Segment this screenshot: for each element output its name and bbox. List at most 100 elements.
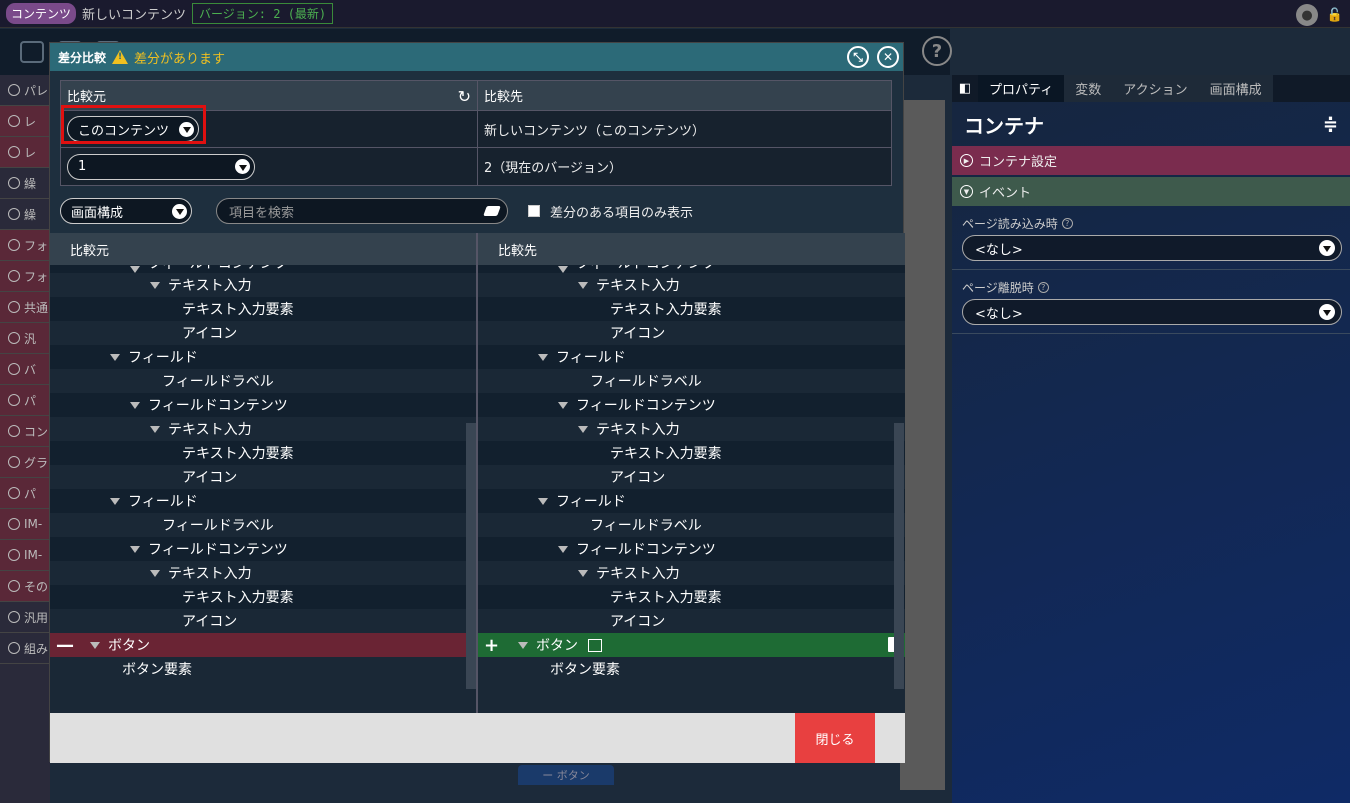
- target-scrollbar[interactable]: [894, 423, 904, 689]
- tree-node[interactable]: テキスト入力要素: [478, 297, 905, 321]
- tree-node[interactable]: アイコン: [50, 609, 476, 633]
- help-icon[interactable]: ?: [922, 36, 952, 66]
- palette-item[interactable]: パ: [0, 385, 50, 416]
- diff-only-checkbox[interactable]: [528, 205, 540, 217]
- tree-node[interactable]: テキスト入力要素: [50, 441, 476, 465]
- tree-node[interactable]: アイコン: [50, 465, 476, 489]
- tree-node[interactable]: フィールド: [50, 489, 476, 513]
- tree-node[interactable]: フィールドコンテンツ: [50, 265, 476, 273]
- tree-node[interactable]: アイコン: [50, 321, 476, 345]
- collapse-all-icon[interactable]: ≑: [1323, 114, 1338, 135]
- close-button[interactable]: 閉じる: [795, 713, 875, 763]
- tab-variables[interactable]: 変数: [1064, 75, 1113, 102]
- caret-down-icon[interactable]: [110, 353, 120, 361]
- palette-item[interactable]: IM-: [0, 540, 50, 571]
- tree-node[interactable]: フィールドラベル: [478, 369, 905, 393]
- source-tree-pane[interactable]: 比較元 フィールドコンテンツテキスト入力テキスト入力要素アイコンフィールドフィー…: [50, 233, 476, 713]
- toolbar-button[interactable]: [20, 41, 44, 63]
- tree-node[interactable]: テキスト入力: [50, 273, 476, 297]
- tree-node[interactable]: ボタン要素: [478, 657, 905, 681]
- section-container-settings[interactable]: ▶ コンテナ設定: [952, 146, 1350, 175]
- tree-node[interactable]: テキスト入力: [50, 417, 476, 441]
- panel-toggle-icon[interactable]: ◧: [952, 75, 978, 102]
- tree-node[interactable]: フィールドラベル: [50, 369, 476, 393]
- user-avatar-icon[interactable]: ●: [1296, 4, 1318, 26]
- caret-down-icon[interactable]: [558, 401, 568, 409]
- caret-down-icon[interactable]: [558, 266, 568, 273]
- tree-node[interactable]: テキスト入力要素: [50, 297, 476, 321]
- refresh-icon[interactable]: ↻: [458, 87, 471, 106]
- caret-down-icon[interactable]: [130, 266, 140, 273]
- palette-item[interactable]: その: [0, 571, 50, 602]
- tree-node[interactable]: — ボタン: [50, 633, 476, 657]
- tree-node[interactable]: テキスト入力要素: [50, 585, 476, 609]
- palette-item[interactable]: 組み: [0, 633, 50, 664]
- caret-down-icon[interactable]: [130, 545, 140, 553]
- clear-icon[interactable]: [483, 206, 501, 216]
- palette-item[interactable]: パレ: [0, 75, 50, 106]
- source-version-select[interactable]: 1: [67, 153, 255, 180]
- tree-node[interactable]: フィールド: [50, 345, 476, 369]
- palette-item[interactable]: 共通: [0, 292, 50, 323]
- section-events[interactable]: ▼ イベント: [952, 177, 1350, 206]
- palette-item[interactable]: フォ: [0, 261, 50, 292]
- tab-properties[interactable]: プロパティ: [978, 75, 1065, 102]
- tree-node[interactable]: フィールド: [478, 489, 905, 513]
- tree-node[interactable]: フィールドコンテンツ: [50, 393, 476, 417]
- caret-down-icon[interactable]: [130, 401, 140, 409]
- tree-node[interactable]: フィールドコンテンツ: [50, 537, 476, 561]
- minimize-icon[interactable]: ⤡: [847, 46, 869, 68]
- palette-item[interactable]: フォ: [0, 230, 50, 261]
- tree-node[interactable]: テキスト入力要素: [478, 441, 905, 465]
- palette-item[interactable]: グラ: [0, 447, 50, 478]
- palette-item[interactable]: 汎用: [0, 602, 50, 633]
- tree-node[interactable]: テキスト入力要素: [478, 585, 905, 609]
- tree-node[interactable]: フィールドコンテンツ: [478, 393, 905, 417]
- tab-actions[interactable]: アクション: [1112, 75, 1199, 102]
- search-input[interactable]: 項目を検索: [216, 198, 508, 224]
- tree-node[interactable]: テキスト入力: [478, 273, 905, 297]
- caret-down-icon[interactable]: [518, 641, 528, 649]
- tree-node[interactable]: アイコン: [478, 321, 905, 345]
- tree-node[interactable]: フィールドラベル: [50, 513, 476, 537]
- page-leave-select[interactable]: <なし>: [962, 299, 1342, 325]
- caret-down-icon[interactable]: [538, 353, 548, 361]
- caret-down-icon[interactable]: [110, 497, 120, 505]
- tree-node[interactable]: フィールド: [478, 345, 905, 369]
- tree-node[interactable]: + ボタン: [478, 633, 905, 657]
- caret-down-icon[interactable]: [150, 425, 160, 433]
- view-type-select[interactable]: 画面構成: [60, 198, 192, 224]
- lock-icon[interactable]: 🔓: [1324, 4, 1346, 26]
- palette-item[interactable]: 汎: [0, 323, 50, 354]
- tree-node[interactable]: フィールドラベル: [478, 513, 905, 537]
- caret-down-icon[interactable]: [558, 545, 568, 553]
- caret-down-icon[interactable]: [150, 281, 160, 289]
- tree-node[interactable]: ボタン要素: [50, 657, 476, 681]
- tree-node[interactable]: テキスト入力: [50, 561, 476, 585]
- palette-item[interactable]: バ: [0, 354, 50, 385]
- palette-item[interactable]: 繰: [0, 199, 50, 230]
- tab-screen-structure[interactable]: 画面構成: [1198, 75, 1273, 102]
- palette-item[interactable]: パ: [0, 478, 50, 509]
- help-icon[interactable]: ?: [1037, 282, 1049, 293]
- palette-item[interactable]: IM-: [0, 509, 50, 540]
- target-tree-pane[interactable]: 比較先 フィールドコンテンツテキスト入力テキスト入力要素アイコンフィールドフィー…: [478, 233, 905, 713]
- caret-down-icon[interactable]: [538, 497, 548, 505]
- palette-item[interactable]: 繰: [0, 168, 50, 199]
- page-load-select[interactable]: <なし>: [962, 235, 1342, 261]
- caret-down-icon[interactable]: [578, 425, 588, 433]
- help-icon[interactable]: ?: [1061, 218, 1073, 229]
- source-scrollbar[interactable]: [466, 423, 476, 689]
- edit-icon[interactable]: [588, 638, 602, 652]
- tree-node[interactable]: フィールドコンテンツ: [478, 537, 905, 561]
- palette-item[interactable]: コン: [0, 416, 50, 447]
- caret-down-icon[interactable]: [578, 281, 588, 289]
- tree-node[interactable]: テキスト入力: [478, 561, 905, 585]
- caret-down-icon[interactable]: [90, 641, 100, 649]
- add-bar-hint[interactable]: ー ボタン: [518, 765, 614, 785]
- tree-node[interactable]: フィールドコンテンツ: [478, 265, 905, 273]
- palette-item[interactable]: レ: [0, 137, 50, 168]
- caret-down-icon[interactable]: [578, 569, 588, 577]
- close-icon[interactable]: ✕: [877, 46, 899, 68]
- caret-down-icon[interactable]: [150, 569, 160, 577]
